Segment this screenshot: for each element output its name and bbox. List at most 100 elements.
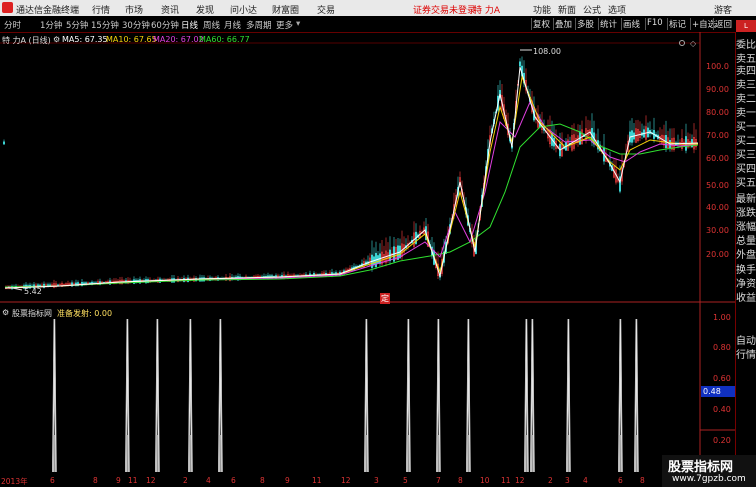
menu-faxian[interactable]: 发现 — [196, 3, 214, 16]
panel-quote[interactable]: 行情 — [736, 350, 756, 362]
x-label-14: 5 — [403, 476, 408, 485]
x-label-21: 3 — [565, 476, 570, 485]
period-15min[interactable]: 15分钟 — [91, 19, 119, 31]
candle-body — [519, 61, 521, 67]
panel-auto[interactable]: 自动 — [736, 336, 756, 348]
ind-y-label-060: 0.60 — [713, 374, 731, 383]
stock-period-label: 特 力A (日线) — [2, 36, 51, 45]
period-weekly[interactable]: 周线 — [203, 19, 220, 31]
panel-sell5: 卖五 — [736, 54, 756, 65]
kline-chart[interactable]: 108.00 5.42 ◇ — [0, 32, 735, 307]
y-label-100: 100.0 — [706, 62, 729, 71]
app-title: 通达信金融终端 — [16, 6, 80, 16]
y-label-60: 60.00 — [706, 154, 729, 163]
signal-spike-group — [52, 318, 639, 473]
f10-button[interactable]: F10 — [645, 18, 664, 30]
panel-buy3: 买三 — [736, 150, 756, 161]
x-label-15: 7 — [436, 476, 441, 485]
ind-y-label-040: 0.40 — [713, 405, 731, 414]
panel-earnings: 收益 — [736, 293, 756, 304]
x-label-23: 6 — [618, 476, 623, 485]
more-chevron-icon[interactable]: ▾ — [296, 19, 300, 29]
y-label-80: 80.00 — [706, 108, 729, 117]
period-toolbar: 分时 1分钟 5分钟 15分钟 30分钟 60分钟 日线 周线 月线 多周期 更… — [0, 16, 756, 33]
period-30min[interactable]: 30分钟 — [122, 19, 150, 31]
x-label-18: 11 — [501, 476, 511, 485]
ma10-label: MA10: 67.65 — [106, 35, 157, 44]
menu-zixun[interactable]: 资讯 — [161, 3, 179, 16]
panel-change: 涨跌 — [736, 208, 756, 219]
menu-gongshi[interactable]: 公式 — [583, 3, 601, 16]
title-bar: 通达信金融终端 行情 市场 资讯 发现 问小达 财富圈 交易 证券交易未登录 特… — [0, 0, 756, 16]
x-label-4: 11 — [128, 476, 138, 485]
expand-icon[interactable]: ◇ — [690, 39, 697, 48]
period-monthly[interactable]: 月线 — [224, 19, 241, 31]
indicator-current-value: 0.48 — [701, 386, 737, 397]
x-label-10: 9 — [285, 476, 290, 485]
x-label-7: 4 — [206, 476, 211, 485]
menu-hangqing[interactable]: 行情 — [92, 3, 110, 16]
indicator-settings-icon[interactable]: ⚙ — [2, 308, 9, 317]
panel-volume: 总量 — [736, 236, 756, 247]
panel-net-assets: 净资 — [736, 279, 756, 290]
panel-buy5: 买五 — [736, 178, 756, 189]
period-1min[interactable]: 1分钟 — [40, 19, 62, 31]
watermark-title: 股票指标网 — [668, 460, 734, 475]
x-label-11: 11 — [312, 476, 322, 485]
period-daily[interactable]: 日线 — [181, 19, 198, 31]
panel-buy1: 买一 — [736, 122, 756, 133]
menu-shichang[interactable]: 市场 — [125, 3, 143, 16]
panel-sell1: 卖一 — [736, 108, 756, 119]
menu-jiaoyi[interactable]: 交易 — [317, 3, 335, 16]
panel-sell3: 卖三 — [736, 80, 756, 91]
user-guest[interactable]: 游客 — [714, 3, 732, 16]
indicator-line-label: 准备发射: 0.00 — [57, 309, 113, 318]
ma10-line — [4, 75, 698, 289]
y-label-30: 30.00 — [706, 226, 729, 235]
panel-turnover: 换手 — [736, 265, 756, 276]
mark-button[interactable]: 标记 — [667, 18, 687, 30]
fuquan-button[interactable]: 复权 — [531, 18, 551, 30]
high-price-label: 108.00 — [533, 47, 561, 56]
ma20-label: MA20: 67.02 — [153, 35, 204, 44]
candlestick-group — [3, 56, 697, 290]
menu-xuanxiang[interactable]: 选项 — [608, 3, 626, 16]
current-stock: 特 力A — [473, 6, 501, 16]
y-label-40: 40.00 — [706, 203, 729, 212]
draw-line-button[interactable]: 画线 — [621, 18, 641, 30]
period-fenshi[interactable]: 分时 — [4, 19, 21, 31]
menu-xinmian[interactable]: 新面 — [558, 3, 576, 16]
flag-marker[interactable]: 定 — [380, 293, 390, 304]
period-60min[interactable]: 60分钟 — [151, 19, 179, 31]
ma60-line — [4, 123, 699, 288]
x-label-24: 8 — [640, 476, 645, 485]
x-axis-strip — [0, 474, 662, 487]
panel-sell2: 卖二 — [736, 94, 756, 105]
settings-icon[interactable]: ⚙ — [53, 35, 60, 44]
period-multi[interactable]: 多周期 — [246, 19, 272, 31]
panel-latest: 最新 — [736, 194, 756, 205]
x-label-5: 12 — [146, 476, 156, 485]
x-label-16: 8 — [458, 476, 463, 485]
overlay-button[interactable]: 叠加 — [553, 18, 573, 30]
level-badge[interactable]: L — [736, 20, 756, 32]
x-label-20: 2 — [548, 476, 553, 485]
app-logo-icon — [2, 2, 13, 13]
back-button[interactable]: 返回 — [713, 18, 733, 30]
low-price-label: 5.42 — [24, 287, 42, 296]
watermark-url: www.7gpzb.com — [672, 474, 746, 484]
multi-stock-button[interactable]: 多股 — [575, 18, 595, 30]
x-label-9: 8 — [260, 476, 265, 485]
menu-gongneng[interactable]: 功能 — [533, 3, 551, 16]
period-more[interactable]: 更多 — [276, 19, 293, 31]
indicator-chart[interactable] — [0, 307, 735, 475]
ind-y-label-100: 1.00 — [713, 313, 731, 322]
menu-wenxiaoda[interactable]: 问小达 — [230, 3, 257, 16]
menu-caifuquan[interactable]: 财富圈 — [272, 3, 299, 16]
stats-button[interactable]: 统计 — [598, 18, 618, 30]
login-notice[interactable]: 证券交易未登录 — [413, 3, 476, 16]
y-label-70: 70.00 — [706, 131, 729, 140]
ma5-label: MA5: 67.35 — [62, 35, 108, 44]
period-5min[interactable]: 5分钟 — [66, 19, 88, 31]
x-label-3: 9 — [116, 476, 121, 485]
